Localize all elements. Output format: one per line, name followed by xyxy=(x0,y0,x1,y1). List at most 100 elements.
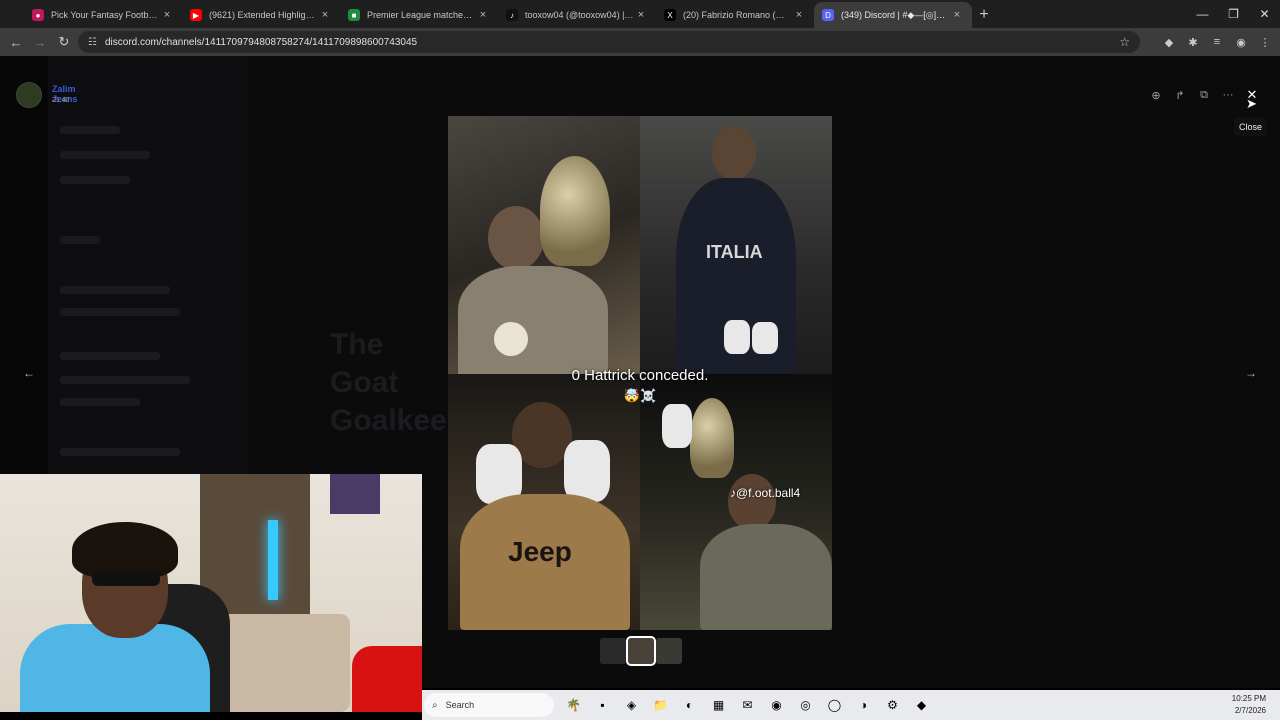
taskbar-app-icon[interactable]: ⚙ xyxy=(881,694,904,717)
avatar[interactable] xyxy=(16,82,42,108)
open-external-icon[interactable]: ⧉ xyxy=(1194,86,1214,104)
more-options-icon[interactable]: ··· xyxy=(1218,86,1238,104)
reload-button[interactable]: ↻ xyxy=(52,30,76,54)
back-button[interactable]: ← xyxy=(4,30,28,54)
tab-favicon-icon: ■ xyxy=(348,9,360,21)
taskbar-app-icon[interactable]: ▪ xyxy=(591,694,614,717)
extension-icon[interactable]: ◉ xyxy=(1232,33,1250,51)
taskbar-app-icon[interactable]: ◈ xyxy=(620,694,643,717)
taskbar-app-icon[interactable]: ◯ xyxy=(823,694,846,717)
background-poster xyxy=(330,474,380,514)
zoom-icon[interactable]: ⊕ xyxy=(1146,86,1166,104)
channel-row xyxy=(60,352,160,360)
tab-favicon-icon: D xyxy=(822,9,834,21)
caption-emojis: 🤯☠️ xyxy=(623,388,657,403)
media-caption: 0 Hattrick conceded. xyxy=(571,367,709,384)
browser-tab[interactable]: ♪ tooxow04 (@tooxow04) | TikTok× xyxy=(498,2,656,28)
player-head xyxy=(488,206,544,270)
tab-list: ●Pick Your Fantasy Football Team× ▶ (9621)… xyxy=(0,2,972,28)
tab-close-icon[interactable]: × xyxy=(792,9,806,21)
extension-icon[interactable]: ≡ xyxy=(1208,33,1226,51)
forward-icon[interactable]: ↱ xyxy=(1170,86,1190,104)
tab-close-icon[interactable]: × xyxy=(160,9,174,21)
browser-tab[interactable]: ▶ (9621) Extended Highlights | M× xyxy=(182,2,340,28)
new-tab-button[interactable]: + xyxy=(972,2,996,28)
tab-favicon-icon: ♪ xyxy=(506,9,518,21)
channel-row xyxy=(60,448,180,456)
glove-shape xyxy=(752,322,778,354)
channel-row xyxy=(60,236,100,244)
badge-shape xyxy=(494,322,528,356)
media-thumbnails xyxy=(600,636,682,666)
player-head xyxy=(712,126,756,180)
taskbar-app-icon[interactable]: ◉ xyxy=(765,694,788,717)
tab-close-icon[interactable]: × xyxy=(318,9,332,21)
search-placeholder: Search xyxy=(445,700,475,710)
taskbar-app-icon[interactable]: 📁 xyxy=(649,694,672,717)
channel-row xyxy=(60,126,120,134)
extension-icon[interactable]: ◆ xyxy=(1160,33,1178,51)
taskbar-search[interactable]: ⌕ Search xyxy=(424,693,554,717)
tab-close-icon[interactable]: × xyxy=(950,9,964,21)
maximize-button[interactable]: ❐ xyxy=(1218,0,1249,28)
browser-tab[interactable]: X (20) Fabrizio Romano (@Fabrizio× xyxy=(656,2,814,28)
close-window-button[interactable]: ✕ xyxy=(1249,0,1280,28)
photo-panel-juventus: Jeep xyxy=(448,374,640,630)
channel-row xyxy=(60,376,190,384)
tab-title: (9621) Extended Highlights | M xyxy=(209,10,318,20)
tab-title: Pick Your Fantasy Football Team xyxy=(51,10,160,20)
background-post-title: The Goat Goalkee xyxy=(330,328,447,437)
taskbar-app-icon[interactable]: ◐ xyxy=(678,694,701,717)
thumbnail-item[interactable] xyxy=(600,638,626,664)
media-image[interactable]: ITALIA Jeep 0 Hattrick conceded. 🤯☠️ ♪@f… xyxy=(448,116,832,630)
tab-title: Premier League matches, table xyxy=(367,10,476,20)
taskbar-app-icon[interactable]: ◆ xyxy=(910,694,933,717)
thumbnail-item[interactable] xyxy=(656,638,682,664)
channel-row xyxy=(60,151,150,159)
previous-media-button[interactable]: ← xyxy=(18,364,40,382)
bookmark-star-icon[interactable]: ☆ xyxy=(1119,35,1130,49)
tab-favicon-icon: ▶ xyxy=(190,9,202,21)
channel-row xyxy=(60,176,130,184)
person-hair xyxy=(72,522,178,578)
tab-close-icon[interactable]: × xyxy=(634,9,648,21)
extension-icon[interactable]: ⋮ xyxy=(1256,33,1274,51)
site-info-icon[interactable]: ☷ xyxy=(88,37,97,48)
browser-tab[interactable]: ■ Premier League matches, table× xyxy=(340,2,498,28)
extension-icon[interactable]: ✱ xyxy=(1184,33,1202,51)
glove-shape xyxy=(724,320,750,354)
taskbar-app-icon[interactable]: ◎ xyxy=(794,694,817,717)
thumbnail-item[interactable] xyxy=(626,636,656,666)
browser-tab[interactable]: D (349) Discord | #◆—[◎]FOOTB× xyxy=(814,2,972,28)
led-light xyxy=(268,520,278,600)
forward-button[interactable]: → xyxy=(28,30,52,54)
taskbar-app-icon[interactable]: ✉ xyxy=(736,694,759,717)
address-bar[interactable]: ☷ discord.com/channels/14117097948087582… xyxy=(78,31,1140,53)
tab-title: (20) Fabrizio Romano (@Fabrizio xyxy=(683,10,792,20)
browser-tab-strip: ●Pick Your Fantasy Football Team× ▶ (9621)… xyxy=(0,0,1280,28)
post-timestamp: 21:40 xyxy=(52,97,70,104)
photo-panel-trophy-lift xyxy=(640,374,832,630)
viewer-author[interactable]: Zalim Jeans 21:40 xyxy=(16,82,78,108)
player-head xyxy=(728,474,776,530)
clock-time: 10:25 PM xyxy=(1231,694,1266,703)
taskbar-app-icon[interactable]: ▦ xyxy=(707,694,730,717)
tiktok-handle: ♪@f.oot.ball4 xyxy=(730,486,800,500)
system-clock[interactable]: 10:25 PM 2/7/2026 xyxy=(1232,693,1266,717)
tab-close-icon[interactable]: × xyxy=(476,9,490,21)
taskbar-apps: 🌴 ▪ ◈ 📁 ◐ ▦ ✉ ◉ ◎ ◯ ◑ ⚙ ◆ xyxy=(562,694,933,717)
player-shirt xyxy=(700,524,832,630)
viewer-toolbar: ⊕ ↱ ⧉ ··· ✕ xyxy=(1146,86,1262,104)
minimize-button[interactable]: — xyxy=(1187,0,1218,28)
shirt-text-jeep: Jeep xyxy=(508,536,572,567)
browser-tab[interactable]: ● Pick Your Fantasy Football Team× xyxy=(24,2,182,28)
url-text: discord.com/channels/1411709794808758274… xyxy=(104,36,418,48)
player-shirt xyxy=(458,266,608,374)
next-media-button[interactable]: → xyxy=(1240,364,1262,382)
glove-shape xyxy=(564,440,610,502)
search-icon: ⌕ xyxy=(432,699,438,711)
photo-panel-italia: ITALIA xyxy=(640,116,832,374)
windows-taskbar: ⌕ Search 🌴 ▪ ◈ 📁 ◐ ▦ ✉ ◉ ◎ ◯ ◑ ⚙ ◆ 10:25 PM 2/7/2026 xyxy=(422,690,1280,720)
taskbar-app-icon[interactable]: 🌴 xyxy=(562,694,585,717)
taskbar-app-icon[interactable]: ◑ xyxy=(852,694,875,717)
